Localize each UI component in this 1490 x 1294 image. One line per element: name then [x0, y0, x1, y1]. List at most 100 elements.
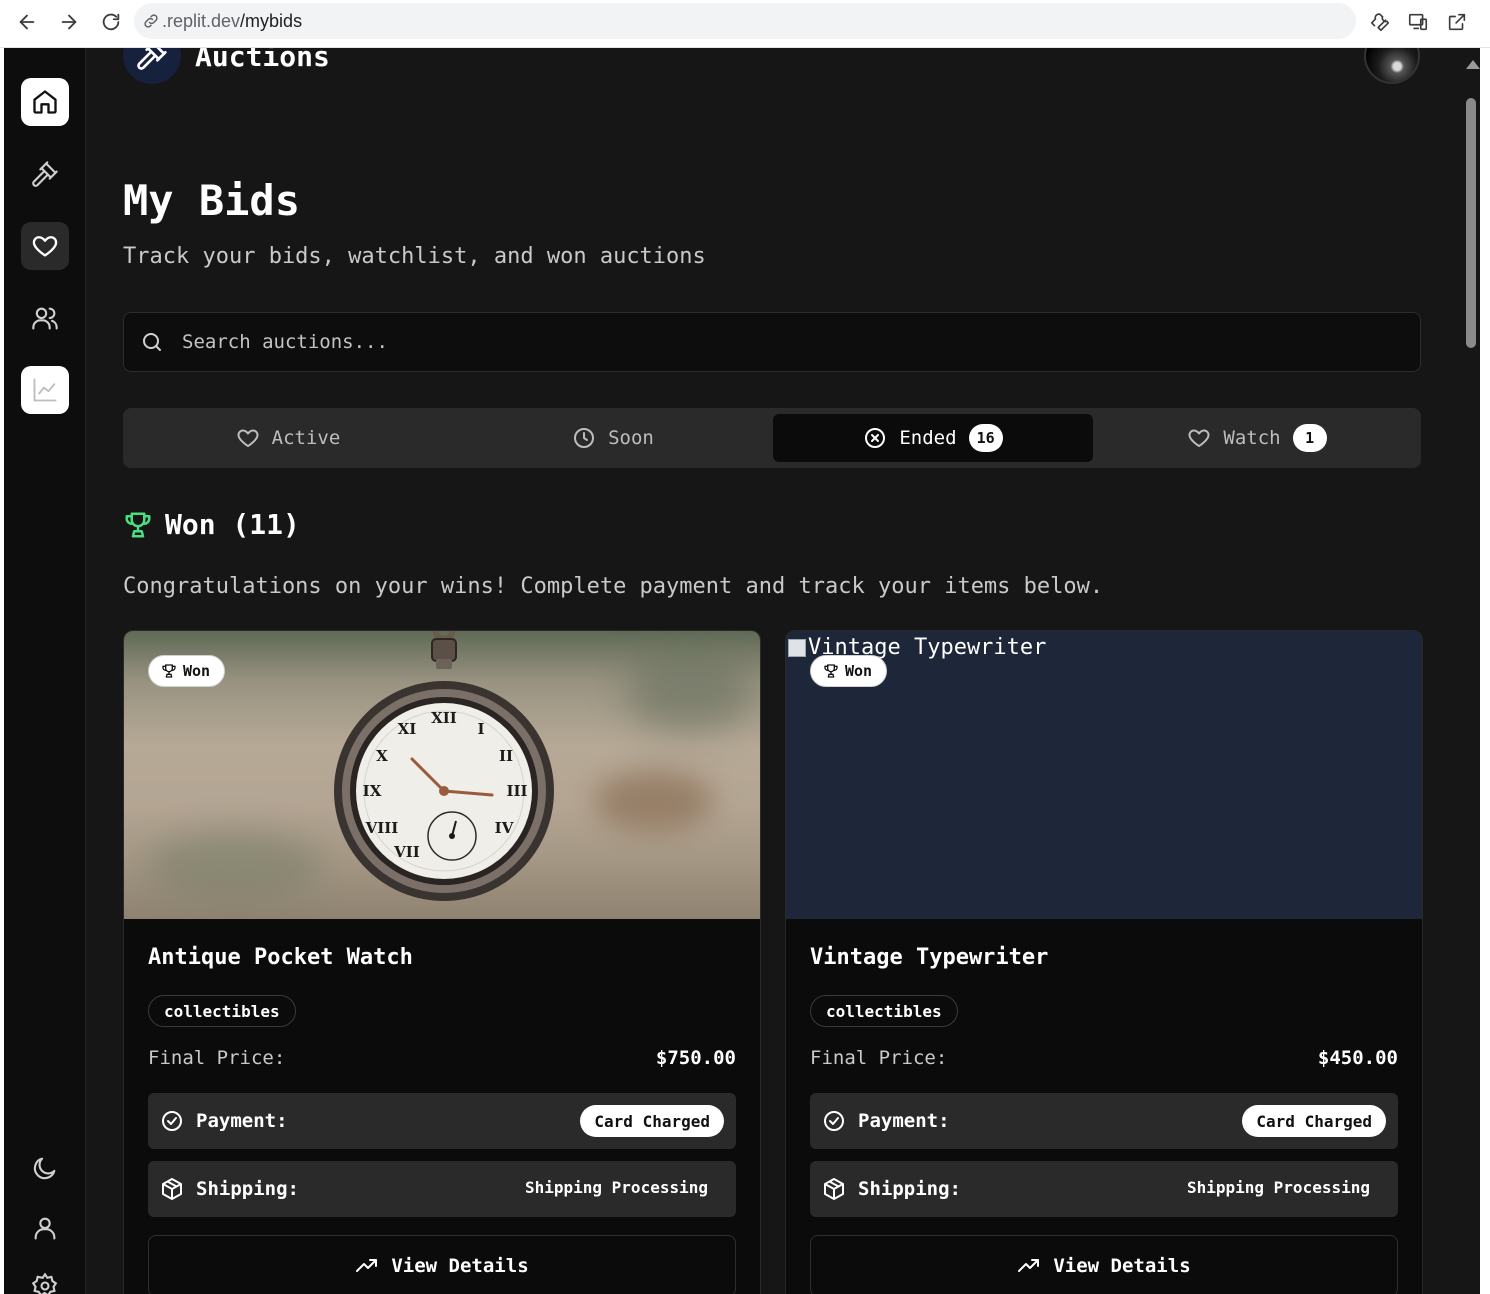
tab-count-badge: 16	[968, 424, 1003, 452]
forward-button[interactable]	[55, 8, 83, 36]
scroll-up-arrow[interactable]	[1466, 60, 1480, 69]
category-badge: collectibles	[148, 995, 296, 1027]
trending-up-icon	[1018, 1259, 1040, 1272]
tab-ended[interactable]: Ended 16	[773, 414, 1093, 462]
theme-toggle-button[interactable]	[21, 1144, 69, 1192]
app-viewport: Auctions My Bids Track your bids, watchl…	[4, 48, 1480, 1294]
moon-icon	[33, 1157, 56, 1180]
sidebar-item-analytics[interactable]	[21, 366, 69, 414]
gear-icon	[31, 1272, 58, 1294]
won-heading-text: Won (11)	[165, 508, 300, 541]
arrow-right-icon	[61, 14, 77, 30]
svg-text:I: I	[477, 720, 484, 738]
device-toggle-button[interactable]	[1404, 8, 1432, 36]
address-bar[interactable]: .replit.dev/mybids	[134, 3, 1356, 39]
open-new-tab-button[interactable]	[1443, 8, 1471, 36]
trophy-icon	[824, 664, 838, 678]
final-price-value: $750.00	[655, 1047, 736, 1069]
chart-icon	[33, 378, 57, 402]
final-price-label: Final Price:	[148, 1047, 286, 1069]
payment-label: Payment:	[196, 1110, 288, 1132]
view-details-label: View Details	[1053, 1255, 1191, 1277]
broken-image-icon	[788, 638, 806, 657]
tab-active[interactable]: Active	[123, 414, 453, 462]
heart-icon	[32, 236, 58, 257]
svg-text:II: II	[499, 747, 513, 765]
trophy-icon	[125, 512, 151, 537]
payment-row: Payment: Card Charged	[810, 1093, 1398, 1149]
tab-label: Soon	[608, 427, 654, 449]
frame-border-right	[1480, 48, 1490, 1294]
sidebar-item-home[interactable]	[21, 78, 69, 126]
won-badge: Won	[148, 655, 226, 687]
search-icon	[143, 333, 161, 351]
devices-icon	[1408, 13, 1428, 31]
settings-button[interactable]	[21, 1262, 69, 1294]
tab-soon[interactable]: Soon	[453, 414, 773, 462]
won-auction-card: XII I II III IV XI X IX VIII VII Won Ant…	[123, 630, 761, 1294]
final-price-label: Final Price:	[810, 1047, 948, 1069]
payment-label: Payment:	[858, 1110, 950, 1132]
sidebar-item-auctions[interactable]	[21, 150, 69, 198]
view-details-button[interactable]: View Details	[810, 1235, 1398, 1294]
check-circle-icon	[824, 1111, 844, 1131]
item-title: Vintage Typewriter	[810, 945, 1049, 970]
shipping-status: Shipping Processing	[524, 1178, 708, 1197]
search-bar	[123, 312, 1421, 372]
wrench-icon	[1370, 13, 1390, 32]
svg-text:XII: XII	[431, 709, 457, 727]
won-message: Congratulations on your wins! Complete p…	[123, 574, 1104, 599]
gavel-icon	[32, 161, 58, 187]
reload-button[interactable]	[97, 8, 125, 36]
home-icon	[33, 90, 57, 114]
url-path: /mybids	[240, 10, 303, 31]
tab-label: Active	[271, 427, 341, 449]
view-details-button[interactable]: View Details	[148, 1235, 736, 1294]
trending-up-icon	[356, 1259, 378, 1272]
page-subtitle: Track your bids, watchlist, and won auct…	[123, 244, 706, 269]
shipping-row: Shipping: Shipping Processing	[148, 1161, 736, 1217]
svg-text:X: X	[376, 747, 388, 765]
brand-name: Auctions	[195, 48, 330, 73]
tab-watch[interactable]: Watch 1	[1093, 414, 1421, 462]
sidebar-item-users[interactable]	[21, 294, 69, 342]
tab-count-badge: 1	[1292, 424, 1327, 452]
svg-text:IX: IX	[363, 782, 382, 800]
devtools-button[interactable]	[1366, 8, 1394, 36]
payment-status-badge: Card Charged	[1242, 1105, 1386, 1137]
svg-text:VII: VII	[393, 843, 420, 861]
reload-icon	[102, 13, 120, 31]
payment-row: Payment: Card Charged	[148, 1093, 736, 1149]
link-icon	[144, 14, 158, 28]
back-button[interactable]	[13, 8, 41, 36]
sidebar	[4, 48, 86, 1294]
shipping-label: Shipping:	[858, 1178, 961, 1200]
user-avatar[interactable]	[1364, 48, 1420, 84]
svg-text:XI: XI	[398, 720, 417, 738]
page-title: My Bids	[123, 176, 301, 225]
item-title: Antique Pocket Watch	[148, 945, 413, 970]
profile-button[interactable]	[21, 1204, 69, 1252]
sidebar-item-my-bids[interactable]	[21, 222, 69, 270]
page-scrollbar[interactable]	[1458, 48, 1480, 1294]
won-badge: Won	[810, 655, 888, 687]
svg-text:IV: IV	[495, 819, 514, 837]
package-icon	[824, 1178, 844, 1200]
heart-icon	[237, 429, 259, 447]
heart-icon	[1188, 429, 1210, 447]
search-input[interactable]	[182, 331, 1382, 353]
shipping-label: Shipping:	[196, 1178, 299, 1200]
shipping-status: Shipping Processing	[1186, 1178, 1370, 1197]
scroll-thumb[interactable]	[1466, 98, 1476, 348]
payment-status-badge: Card Charged	[580, 1105, 724, 1137]
shipping-row: Shipping: Shipping Processing	[810, 1161, 1398, 1217]
gavel-icon	[137, 48, 167, 70]
arrow-left-icon	[19, 14, 35, 30]
users-icon	[32, 307, 58, 330]
tab-label: Ended	[899, 427, 957, 449]
won-badge-label: Won	[183, 662, 211, 680]
logo[interactable]	[123, 48, 181, 84]
bid-tabs: Active Soon Ended 16 Watch 1	[123, 408, 1421, 468]
won-heading: Won (11)	[123, 508, 300, 541]
won-badge-label: Won	[845, 662, 873, 680]
